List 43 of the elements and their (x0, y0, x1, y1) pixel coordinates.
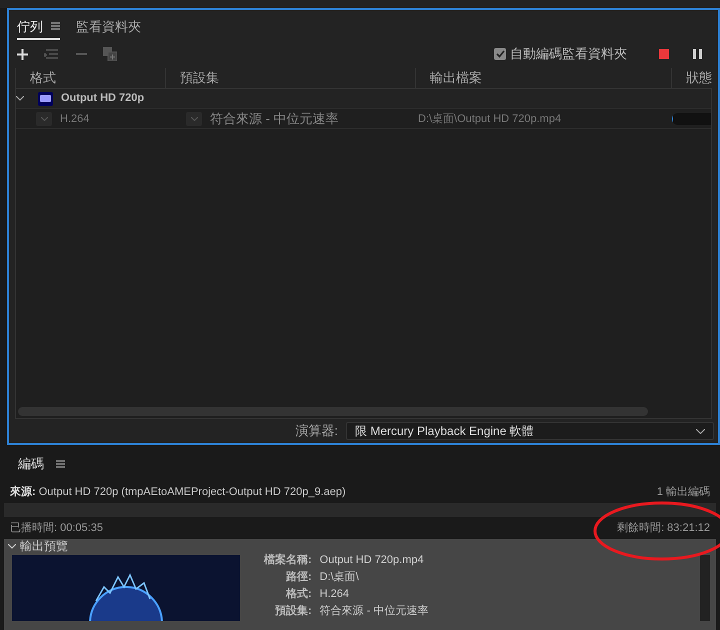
dropdown-button[interactable] (186, 112, 202, 126)
settings-sliders-icon[interactable] (44, 48, 60, 60)
menu-icon[interactable] (56, 460, 65, 468)
duplicate-icon[interactable] (103, 47, 117, 61)
caret-icon (40, 116, 48, 121)
field-value: H.264 (320, 587, 350, 602)
column-header[interactable]: 預設集 (180, 70, 219, 86)
field-value: D:\桌面\ (320, 570, 360, 585)
caret-icon (696, 428, 705, 434)
column-header[interactable]: 輸出檔案 (430, 70, 482, 86)
output-count: 1 輸出編碼 (656, 484, 710, 500)
table-cell-text: 符合來源 - 中位元速率 (210, 110, 339, 128)
section-title[interactable]: 輸出預覽 (20, 537, 68, 555)
checkbox-label: 自動編碼監看資料夾 (510, 45, 627, 64)
field-value: Output HD 720p.mp4 (320, 553, 425, 568)
panel-tab[interactable]: 監看資料夾 (76, 16, 141, 36)
group-name[interactable]: Output HD 720p (61, 90, 144, 107)
vertical-scrollbar[interactable] (700, 555, 710, 621)
pause-icon[interactable] (693, 49, 702, 59)
field-label: 檔案名稱: (264, 553, 312, 568)
field-label: 格式: (284, 587, 312, 602)
source-text: 來源: Output HD 720p (tmpAEtoAMEProject-Output HD 720p_9.aep) (10, 484, 346, 500)
output-file-link[interactable]: D:\桌面\Output HD 720p.mp4 (418, 112, 562, 124)
panel-tab[interactable]: 佇列 (17, 16, 43, 36)
field-label: 路徑: (285, 570, 312, 585)
app-logo-icon (38, 92, 53, 106)
status-progress-bar (672, 112, 711, 125)
panel-title[interactable]: 編碼 (18, 454, 44, 474)
table-cell-text: H.264 (60, 112, 90, 126)
elapsed-time: 已播時間: 00:05:35 (10, 520, 103, 536)
checkbox[interactable] (494, 48, 506, 60)
remaining-time: 剩餘時間: 83:21:12 (617, 520, 710, 536)
chevron-icon[interactable] (8, 544, 16, 548)
field-label: 預設集: (274, 604, 312, 619)
column-header[interactable]: 狀態 (686, 70, 712, 86)
renderer-dropdown[interactable]: 限 Mercury Playback Engine 軟體 (346, 422, 714, 440)
menu-icon[interactable] (51, 22, 60, 30)
caret-icon (190, 116, 198, 121)
field-value: 符合來源 - 中位元速率 (320, 604, 430, 619)
dropdown-button[interactable] (36, 112, 52, 126)
add-icon[interactable] (17, 48, 28, 60)
column-header[interactable]: 格式 (30, 70, 56, 86)
renderer-label: 演算器: (295, 422, 338, 440)
